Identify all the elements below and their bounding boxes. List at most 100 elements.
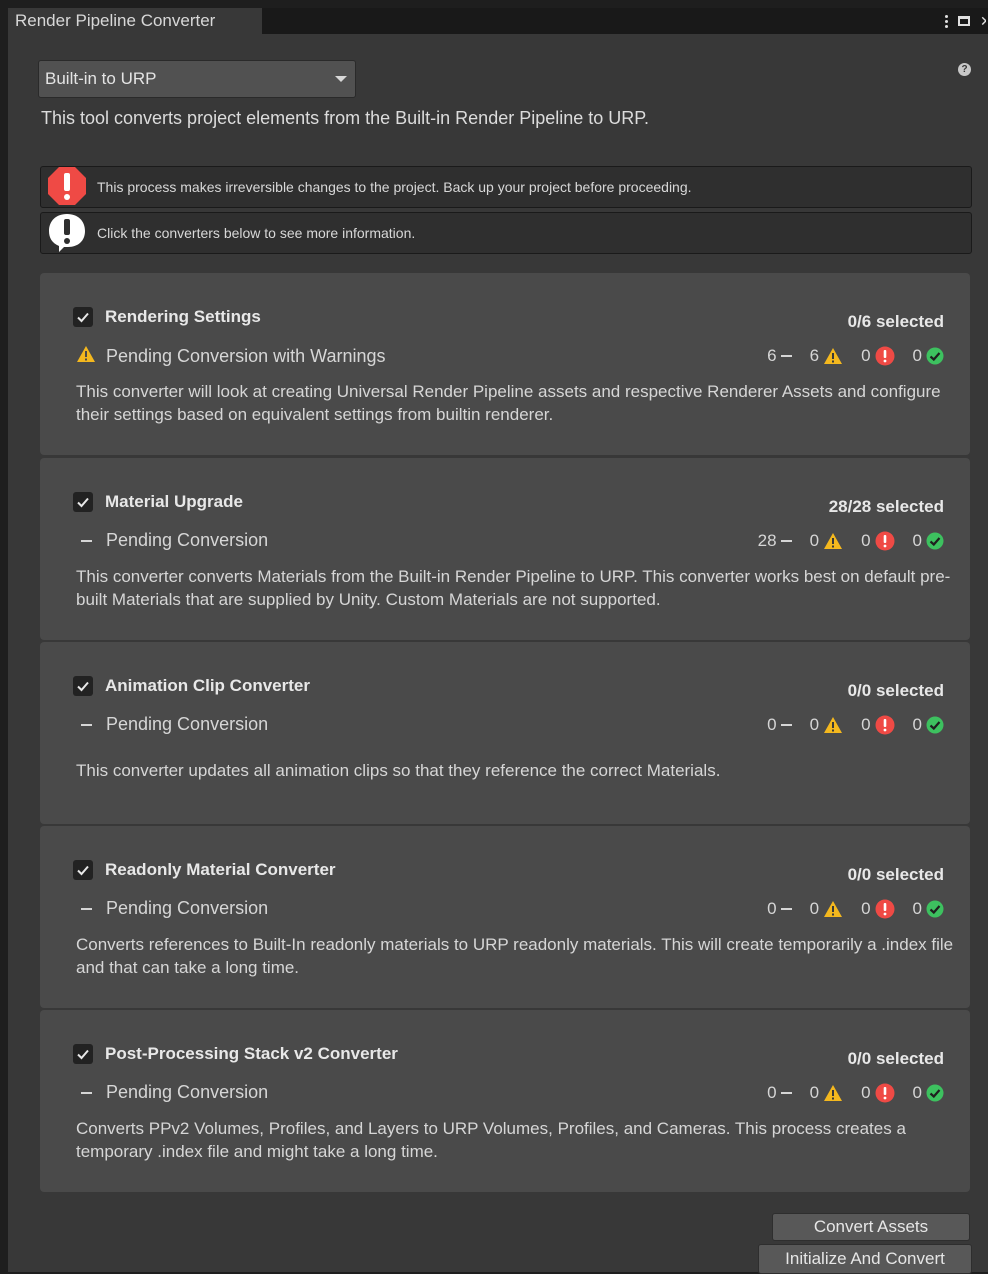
converter-description: This converter updates all animation cli… [76,761,721,780]
dash-icon [76,714,96,735]
converter-checkbox[interactable] [73,307,93,327]
conversion-counts: 28 0 0 0 [758,531,944,551]
status-text: Pending Conversion [106,1082,269,1102]
window-tab[interactable]: Render Pipeline Converter [8,8,262,34]
dash-icon [780,908,792,910]
checkmark-icon [77,865,89,876]
checkmark-icon [77,1049,89,1060]
error-icon [875,899,895,919]
dash-icon [76,1082,96,1103]
dash-icon [76,898,96,919]
error-icon [48,167,86,205]
warning-count: 0 [809,531,820,550]
converter-checkbox[interactable] [73,676,93,696]
converter-status: Pending Conversion [76,530,268,551]
converter-window: Render Pipeline Converter ✕ Built-in to … [8,8,988,1274]
converter-name: Rendering Settings [105,307,261,326]
converter-description: Converts references to Built-In readonly… [76,935,954,977]
converter-card-2[interactable]: Material Upgrade 28/28 selected Pending … [40,458,970,640]
converter-name: Material Upgrade [105,492,243,511]
chevron-down-icon [335,76,347,82]
status-text: Pending Conversion [106,898,269,918]
dash-icon [780,355,792,357]
close-icon[interactable]: ✕ [980,8,986,34]
warning-icon [824,348,843,364]
converter-status: Pending Conversion [76,1082,268,1103]
converter-checkbox[interactable] [73,1044,93,1064]
tool-description: This tool converts project elements from… [41,108,649,128]
error-count: 0 [861,531,871,550]
converter-status: Pending Conversion [76,898,268,919]
warning-icon [824,1085,843,1101]
dropdown-value: Built-in to URP [45,69,157,88]
conversion-counts: 6 6 0 0 [767,346,944,366]
dash-icon [780,724,792,726]
selected-count: 0/0 selected [847,1049,944,1068]
pipeline-dropdown[interactable]: Built-in to URP [38,60,356,98]
selected-count: 0/0 selected [847,681,944,700]
success-count: 0 [912,715,922,734]
converter-name: Animation Clip Converter [105,676,310,695]
success-count: 0 [912,1083,922,1102]
status-text: Pending Conversion with Warnings [106,346,386,366]
converter-description: This converter will look at creating Uni… [76,382,941,424]
error-icon [875,715,895,735]
pending-count: 28 [757,531,777,550]
help-icon[interactable]: ? [958,63,971,76]
checkmark-icon [77,681,89,692]
converter-description: This converter converts Materials from t… [76,567,951,609]
help-box-error: This process makes irreversible changes … [40,166,972,208]
success-count: 0 [912,899,922,918]
warning-icon [824,717,843,733]
selected-count: 0/0 selected [847,865,944,884]
pending-count: 0 [767,1083,777,1102]
warning-count: 0 [809,715,820,734]
converter-card-4[interactable]: Readonly Material Converter 0/0 selected… [40,826,970,1008]
info-icon [49,214,85,252]
conversion-counts: 0 0 0 0 [767,1083,944,1103]
success-icon [926,532,944,550]
help-box-text: Click the converters below to see more i… [97,225,416,241]
converter-checkbox[interactable] [73,860,93,880]
converter-name: Readonly Material Converter [105,860,336,879]
error-count: 0 [861,715,871,734]
status-text: Pending Conversion [106,714,269,734]
warning-icon [824,533,843,549]
warning-count: 0 [809,899,820,918]
converter-checkbox[interactable] [73,492,93,512]
dash-icon [780,1092,792,1094]
selected-count: 0/6 selected [847,312,944,331]
maximize-icon[interactable] [958,16,970,26]
converter-card-5[interactable]: Post-Processing Stack v2 Converter 0/0 s… [40,1010,970,1192]
pending-count: 0 [767,715,777,734]
success-icon [926,347,944,365]
success-icon [926,716,944,734]
status-text: Pending Conversion [106,530,269,550]
more-options-icon[interactable] [945,14,948,28]
help-box-info: Click the converters below to see more i… [40,212,972,254]
error-count: 0 [861,346,871,365]
success-count: 0 [912,531,922,550]
title-bar: Render Pipeline Converter ✕ [8,8,988,34]
converter-card-3[interactable]: Animation Clip Converter 0/0 selected Pe… [40,642,970,824]
converter-description: Converts PPv2 Volumes, Profiles, and Lay… [76,1119,906,1161]
warning-icon [76,345,96,368]
warning-icon [824,901,843,917]
error-count: 0 [861,899,871,918]
converter-name: Post-Processing Stack v2 Converter [105,1044,398,1063]
error-icon [875,531,895,551]
converter-status: Pending Conversion with Warnings [76,345,385,368]
warning-count: 0 [809,1083,820,1102]
initialize-and-convert-button[interactable]: Initialize And Convert [758,1244,972,1274]
success-icon [926,1084,944,1102]
error-icon [875,1083,895,1103]
success-count: 0 [912,346,922,365]
converter-card-1[interactable]: Rendering Settings 0/6 selected Pending … [40,273,970,455]
converter-status: Pending Conversion [76,714,268,735]
convert-assets-button[interactable]: Convert Assets [772,1213,970,1241]
window-controls: ✕ [945,8,988,34]
success-icon [926,900,944,918]
conversion-counts: 0 0 0 0 [767,899,944,919]
pending-count: 6 [767,346,777,365]
dash-icon [76,530,96,551]
